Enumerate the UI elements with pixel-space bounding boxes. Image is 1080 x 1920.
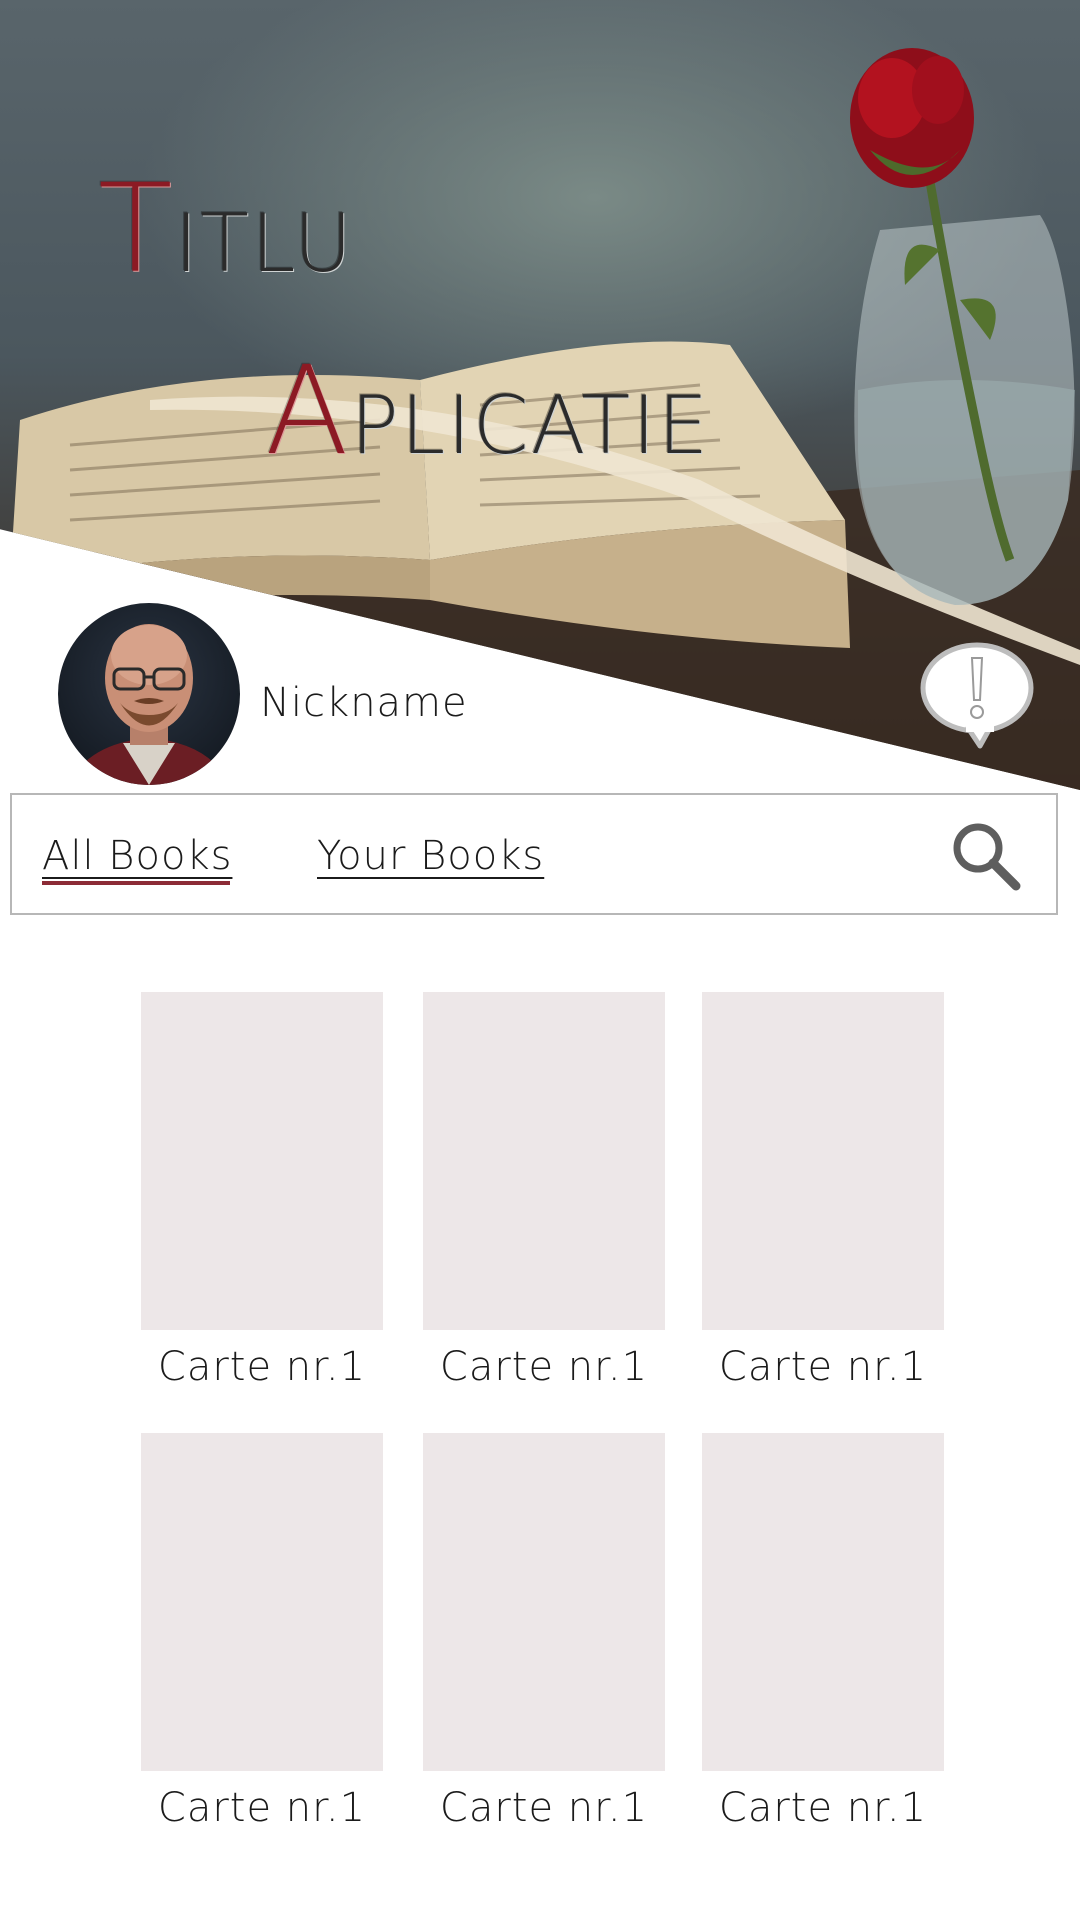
book-cover[interactable] <box>702 992 944 1330</box>
app-title-line-1: TITLU <box>98 168 354 290</box>
book-card[interactable]: Carte nr.1 <box>423 1433 665 1831</box>
title-2-rest: PLICATIE <box>350 379 711 472</box>
book-title: Carte nr.1 <box>157 1785 367 1831</box>
exclamation-bubble-icon <box>920 642 1034 749</box>
avatar[interactable] <box>58 603 240 785</box>
active-tab-indicator <box>42 881 230 885</box>
title-2-capital: A <box>265 340 351 482</box>
book-title: Carte nr.1 <box>157 1344 367 1390</box>
book-title: Carte nr.1 <box>718 1785 928 1831</box>
user-portrait <box>68 624 230 785</box>
book-title: Carte nr.1 <box>439 1785 649 1831</box>
search-button[interactable] <box>950 820 1022 892</box>
notification-button[interactable] <box>918 640 1036 750</box>
book-cover[interactable] <box>423 992 665 1330</box>
book-cover[interactable] <box>141 992 383 1330</box>
title-1-capital: T <box>98 158 175 300</box>
book-cover[interactable] <box>141 1433 383 1771</box>
book-card[interactable]: Carte nr.1 <box>141 1433 383 1831</box>
book-card[interactable]: Carte nr.1 <box>702 1433 944 1831</box>
book-card[interactable]: Carte nr.1 <box>141 992 383 1390</box>
book-title: Carte nr.1 <box>718 1344 928 1390</box>
tab-your-books[interactable]: Your Books <box>317 833 544 879</box>
title-1-rest: ITLU <box>174 197 355 290</box>
search-icon <box>953 823 1021 891</box>
app-title-line-2: APLICATIE <box>265 350 710 472</box>
book-title: Carte nr.1 <box>439 1344 649 1390</box>
nickname-label: Nickname <box>260 680 468 726</box>
book-card[interactable]: Carte nr.1 <box>702 992 944 1390</box>
tab-bar: All Books Your Books <box>10 793 1058 915</box>
book-card[interactable]: Carte nr.1 <box>423 992 665 1390</box>
book-cover[interactable] <box>702 1433 944 1771</box>
book-cover[interactable] <box>423 1433 665 1771</box>
tab-all-books[interactable]: All Books <box>42 833 232 879</box>
